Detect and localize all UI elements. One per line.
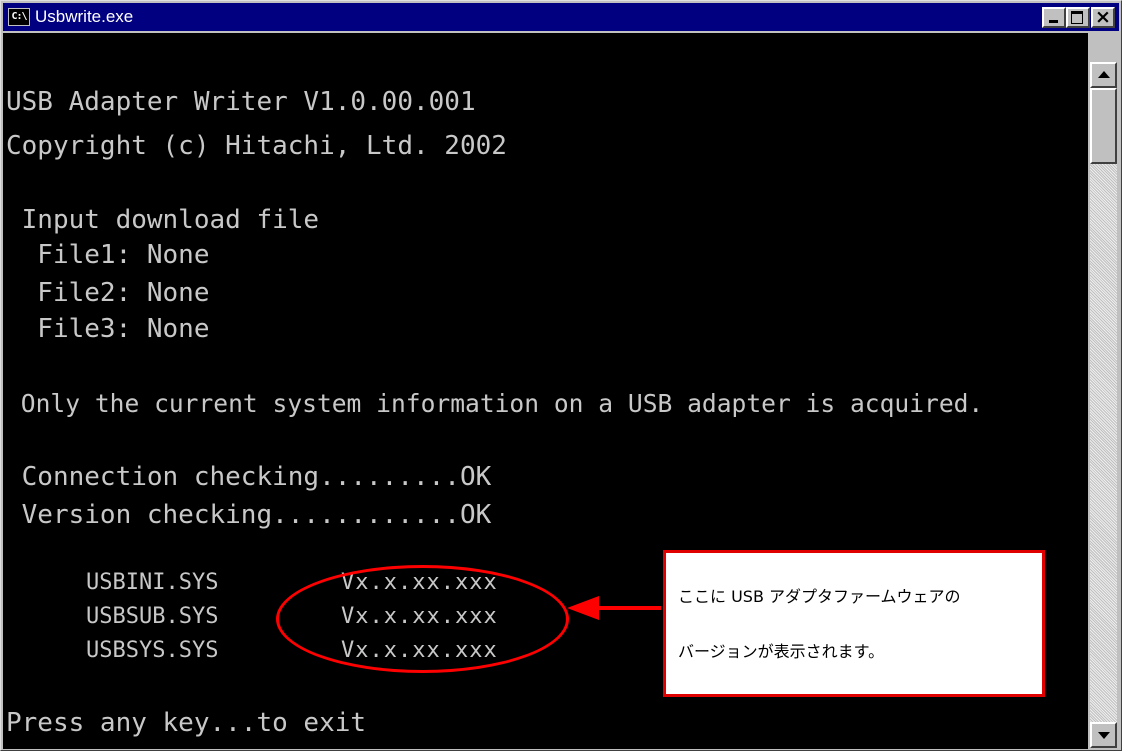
console-line: Input download file — [6, 205, 320, 235]
sys-file-name: USBSYS.SYS — [86, 638, 219, 663]
close-button[interactable]: × — [1091, 6, 1115, 28]
scroll-down-button[interactable] — [1090, 722, 1117, 748]
vertical-scrollbar[interactable] — [1090, 62, 1117, 748]
console-line: Only the current system information on a… — [6, 389, 984, 418]
console-line: File2: None — [6, 278, 210, 308]
window-title: Usbwrite.exe — [35, 7, 134, 26]
annotation-text-line: ここに USB アダプタファームウェアの — [678, 587, 961, 606]
scroll-thumb[interactable] — [1090, 88, 1117, 164]
title-bar[interactable]: C:\ Usbwrite.exe × — [3, 3, 1119, 31]
console-line: Connection checking.........OK — [6, 462, 492, 492]
console-line: File3: None — [6, 314, 210, 344]
minimize-button[interactable] — [1042, 7, 1066, 28]
scroll-down-arrow-icon — [1098, 732, 1110, 739]
console-line: Version checking............OK — [6, 500, 492, 530]
close-icon: × — [1095, 6, 1111, 28]
annotation-callout: ここに USB アダプタファームウェアの バージョンが表示されます。 — [663, 550, 1045, 697]
console-line: File1: None — [6, 240, 210, 270]
console-line: Press any key...to exit — [6, 708, 367, 738]
console-app-icon[interactable]: C:\ — [8, 8, 30, 26]
version-highlight-ellipse — [276, 565, 569, 673]
maximize-button[interactable] — [1066, 7, 1090, 28]
console-line: USB Adapter Writer V1.0.00.001 — [6, 87, 476, 117]
scroll-up-arrow-icon — [1098, 71, 1110, 78]
annotation-arrow-head-icon — [567, 596, 599, 620]
annotation-text-line: バージョンが表示されます。 — [678, 642, 885, 661]
sys-file-name: USBINI.SYS — [86, 570, 219, 595]
annotation-arrow-line — [597, 606, 661, 610]
app-icon-text: C:\ — [11, 11, 27, 22]
console-line: Copyright (c) Hitachi, Ltd. 2002 — [6, 131, 507, 161]
sys-file-name: USBSUB.SYS — [86, 604, 219, 629]
scroll-up-button[interactable] — [1090, 62, 1117, 88]
